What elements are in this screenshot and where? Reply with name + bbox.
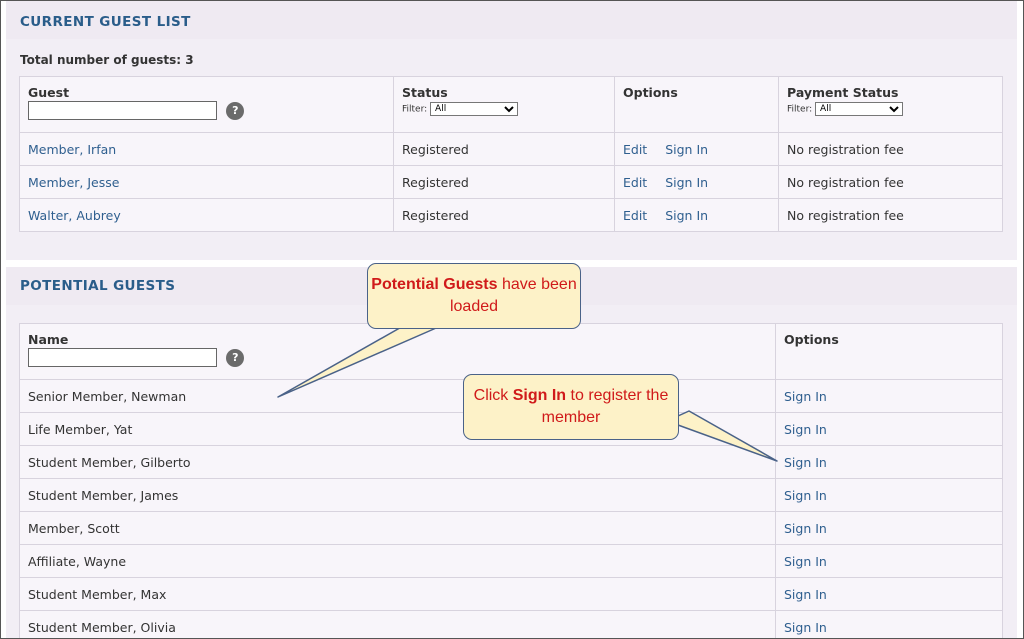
callout-loaded-bold: Potential Guests (371, 276, 498, 293)
callout-signin-bold: Sign In (512, 387, 567, 404)
callout-guests-loaded: Potential Guests have been loaded (367, 263, 581, 329)
screen-frame: CURRENT GUEST LIST Total number of guest… (0, 0, 1024, 639)
callout-signin-pre: Click (473, 387, 513, 404)
callout-pointer-loaded (277, 324, 444, 398)
callout-pointer-signin (666, 410, 778, 462)
callout-click-sign-in: Click Sign In to register the member (463, 374, 679, 440)
